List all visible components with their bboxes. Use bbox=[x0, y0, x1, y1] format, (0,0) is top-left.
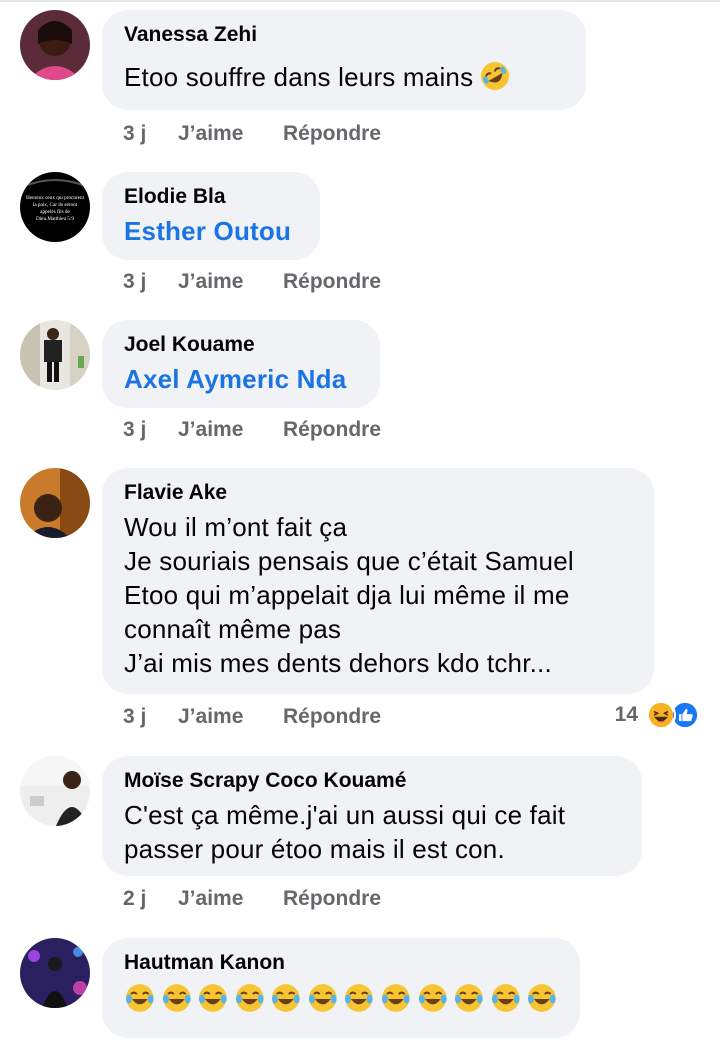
avatar[interactable]: Heureux ceux qui procurent la paix, Car … bbox=[20, 172, 90, 242]
mention-link[interactable]: Axel Aymeric Nda bbox=[124, 362, 358, 396]
comment-bubble: Joel Kouame Axel Aymeric Nda bbox=[102, 320, 380, 408]
face-with-tears-of-joy-emoji-icon bbox=[272, 984, 300, 1012]
rolling-on-floor-laughing-emoji-icon bbox=[481, 61, 510, 90]
avatar[interactable] bbox=[20, 320, 90, 390]
face-with-tears-of-joy-emoji-icon bbox=[235, 984, 264, 1012]
avatar[interactable] bbox=[20, 756, 90, 826]
face-with-tears-of-joy-emoji-icon bbox=[455, 984, 483, 1012]
svg-text:appelés fils de: appelés fils de bbox=[40, 208, 70, 215]
haha-icon bbox=[646, 700, 676, 730]
top-divider bbox=[0, 0, 720, 2]
comment-bubble: Vanessa Zehi Etoo souffre dans leurs mai… bbox=[102, 10, 586, 110]
comment-timestamp[interactable]: 2 j bbox=[123, 886, 178, 912]
svg-text:Heureux ceux qui procurent: Heureux ceux qui procurent bbox=[26, 195, 85, 201]
comment-text: Etoo souffre dans leurs mains bbox=[124, 62, 474, 92]
comment-author[interactable]: Elodie Bla bbox=[124, 184, 298, 210]
svg-text:Dieu.Matthieu 5:9: Dieu.Matthieu 5:9 bbox=[36, 216, 74, 222]
face-with-tears-of-joy-emoji-icon bbox=[308, 984, 337, 1012]
mention-link[interactable]: Esther Outou bbox=[124, 214, 298, 248]
like-button[interactable]: J’aime bbox=[178, 269, 283, 295]
comment-actions: 3 j J’aime Répondre bbox=[123, 269, 381, 295]
face-with-tears-of-joy-emoji-icon bbox=[125, 984, 154, 1012]
like-button[interactable]: J’aime bbox=[178, 704, 283, 730]
comment-bubble: Moïse Scrapy Coco Kouamé C'est ça même.j… bbox=[102, 756, 642, 876]
face-with-tears-of-joy-emoji-icon bbox=[528, 984, 556, 1012]
avatar[interactable] bbox=[20, 10, 90, 80]
like-button[interactable]: J’aime bbox=[178, 121, 283, 147]
face-with-tears-of-joy-emoji-icon bbox=[418, 984, 447, 1012]
comment-text: C'est ça même.j'ai un aussi qui ce fait … bbox=[124, 800, 566, 864]
comment-timestamp[interactable]: 3 j bbox=[123, 704, 178, 730]
like-button[interactable]: J’aime bbox=[178, 417, 283, 443]
comment-timestamp[interactable]: 3 j bbox=[123, 269, 178, 295]
face-with-tears-of-joy-emoji-icon bbox=[345, 984, 374, 1012]
comment-bubble: Elodie Bla Esther Outou bbox=[102, 172, 320, 260]
reaction-count: 14 bbox=[614, 703, 638, 726]
avatar[interactable] bbox=[20, 938, 90, 1008]
comment-bubble: Hautman Kanon bbox=[102, 938, 580, 1038]
comment-author[interactable]: Joel Kouame bbox=[124, 332, 358, 358]
comment-author[interactable]: Moïse Scrapy Coco Kouamé bbox=[124, 768, 620, 794]
svg-text:la paix, Car ils seront: la paix, Car ils seront bbox=[33, 202, 78, 208]
comment-bubble: Flavie Ake Wou il m’ont fait ça Je souri… bbox=[102, 468, 654, 694]
comment-text: Wou il m’ont fait ça Je souriais pensais… bbox=[124, 512, 574, 678]
face-with-tears-of-joy-emoji-icon bbox=[382, 984, 410, 1012]
comment-actions: 2 j J’aime Répondre bbox=[123, 886, 381, 912]
comment-author[interactable]: Flavie Ake bbox=[124, 480, 632, 506]
comment-author[interactable]: Vanessa Zehi bbox=[124, 22, 564, 48]
reply-button[interactable]: Répondre bbox=[283, 704, 381, 730]
comment-actions: 3 j J’aime Répondre bbox=[123, 417, 381, 443]
comment-timestamp[interactable]: 3 j bbox=[123, 417, 178, 443]
reaction-summary[interactable]: 14 bbox=[615, 700, 700, 730]
emoji-row bbox=[124, 982, 558, 1014]
reply-button[interactable]: Répondre bbox=[283, 121, 381, 147]
comment-actions: 3 j J’aime Répondre bbox=[123, 704, 381, 730]
reply-button[interactable]: Répondre bbox=[283, 417, 381, 443]
reply-button[interactable]: Répondre bbox=[283, 269, 381, 295]
face-with-tears-of-joy-emoji-icon bbox=[491, 984, 520, 1012]
avatar[interactable] bbox=[20, 468, 90, 538]
comment-timestamp[interactable]: 3 j bbox=[123, 121, 178, 147]
comment-actions: 3 j J’aime Répondre bbox=[123, 121, 381, 147]
face-with-tears-of-joy-emoji-icon bbox=[199, 984, 227, 1012]
reply-button[interactable]: Répondre bbox=[283, 886, 381, 912]
comment-author[interactable]: Hautman Kanon bbox=[124, 950, 558, 976]
face-with-tears-of-joy-emoji-icon bbox=[162, 984, 191, 1012]
like-button[interactable]: J’aime bbox=[178, 886, 283, 912]
